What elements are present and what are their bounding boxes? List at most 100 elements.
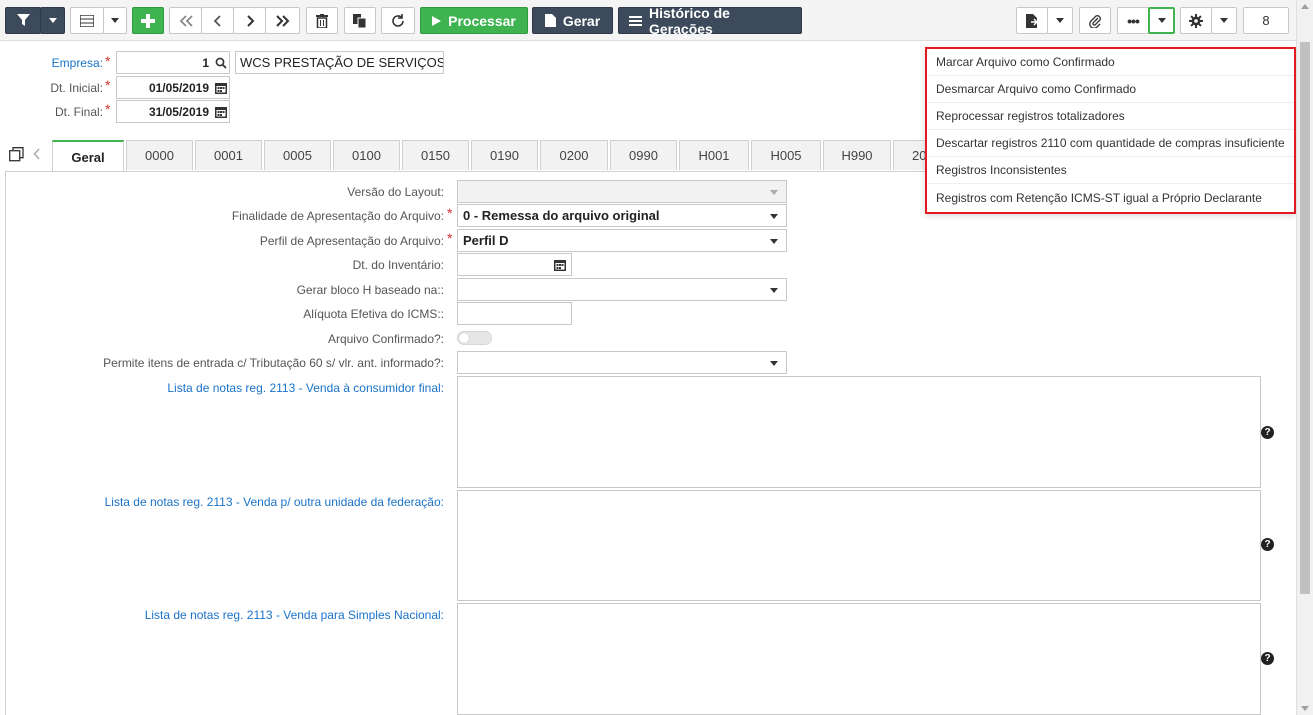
lista-outra-uf-label: Lista de notas reg. 2113 - Venda p/ outr… — [104, 495, 444, 509]
play-icon — [432, 15, 442, 26]
dt-inicial-label: Dt. Inicial: — [50, 81, 103, 95]
lista-outra-uf-textarea[interactable] — [457, 490, 1261, 601]
list-view-dropdown-button[interactable] — [103, 7, 127, 34]
tab-0190[interactable]: 0190 — [471, 140, 538, 170]
chevron-left-icon — [213, 14, 223, 27]
menu-item-marcar-confirmado[interactable]: Marcar Arquivo como Confirmado — [927, 49, 1294, 76]
menu-item-reprocessar-totalizadores[interactable]: Reprocessar registros totalizadores — [927, 103, 1294, 130]
permite-itens-select[interactable] — [457, 351, 787, 374]
processar-button[interactable]: Processar — [420, 7, 528, 34]
dt-inventario-label: Dt. do Inventário: — [352, 258, 444, 272]
more-actions-button[interactable]: ••• — [1117, 7, 1149, 34]
add-button[interactable] — [132, 7, 164, 34]
tab-h001[interactable]: H001 — [679, 140, 749, 170]
tab-0990[interactable]: 0990 — [610, 140, 677, 170]
perfil-value: Perfil D — [463, 233, 509, 248]
copy-button[interactable] — [344, 7, 376, 34]
help-icon[interactable]: ? — [1261, 652, 1274, 665]
finalidade-select[interactable]: 0 - Remessa do arquivo original — [457, 204, 787, 227]
chevron-right-icon — [245, 14, 255, 27]
finalidade-value: 0 - Remessa do arquivo original — [463, 208, 660, 223]
tab-0000[interactable]: 0000 — [126, 140, 193, 170]
versao-layout-select[interactable] — [457, 180, 787, 203]
menu-item-desmarcar-confirmado[interactable]: Desmarcar Arquivo como Confirmado — [927, 76, 1294, 103]
empresa-label: Empresa: — [51, 56, 103, 70]
gear-icon — [1189, 13, 1203, 28]
delete-button[interactable] — [306, 7, 338, 34]
refresh-button[interactable] — [381, 7, 415, 34]
chevron-left-icon[interactable] — [33, 148, 41, 160]
chevron-down-icon — [1056, 18, 1064, 23]
report-dropdown-button[interactable] — [1047, 7, 1073, 34]
tab-h990[interactable]: H990 — [823, 140, 891, 170]
bloco-h-label: Gerar bloco H baseado na:: — [296, 283, 444, 297]
help-icon[interactable]: ? — [1261, 426, 1274, 439]
list-view-button[interactable] — [70, 7, 104, 34]
menu-item-label: Marcar Arquivo como Confirmado — [936, 55, 1115, 69]
dt-final-field[interactable]: 31/05/2019 — [116, 100, 230, 123]
menu-item-retencao-icms-st[interactable]: Registros com Retenção ICMS-ST igual a P… — [927, 184, 1294, 211]
settings-dropdown-button[interactable] — [1211, 7, 1237, 34]
scroll-up-arrow-icon[interactable] — [1301, 4, 1309, 9]
permite-itens-label: Permite itens de entrada c/ Tributação 6… — [103, 356, 444, 370]
calendar-icon[interactable] — [554, 259, 566, 271]
page-count-value: 8 — [1262, 13, 1270, 28]
dt-inventario-field[interactable] — [457, 253, 572, 276]
more-actions-menu: Marcar Arquivo como Confirmado Desmarcar… — [925, 47, 1296, 214]
menu-item-registros-inconsistentes[interactable]: Registros Inconsistentes — [927, 157, 1294, 184]
empresa-code-field[interactable]: 1 — [116, 51, 230, 74]
tab-geral[interactable]: Geral — [52, 140, 124, 172]
filter-button[interactable] — [5, 7, 41, 34]
calendar-icon[interactable] — [213, 82, 229, 94]
lista-consumidor-textarea[interactable] — [457, 376, 1261, 488]
list-icon — [80, 14, 94, 27]
tab-0005[interactable]: 0005 — [264, 140, 331, 170]
vertical-scrollbar[interactable] — [1296, 0, 1313, 715]
dt-inicial-field[interactable]: 01/05/2019 — [116, 76, 230, 99]
next-record-button[interactable] — [233, 7, 266, 34]
refresh-icon — [391, 13, 405, 28]
tab-label: 0100 — [352, 148, 381, 163]
scrollbar-thumb[interactable] — [1300, 42, 1310, 594]
help-icon[interactable]: ? — [1261, 538, 1274, 551]
copy-icon — [353, 13, 367, 28]
search-icon[interactable] — [213, 57, 229, 69]
processar-label: Processar — [448, 12, 516, 29]
tab-0100[interactable]: 0100 — [333, 140, 400, 170]
first-record-button[interactable] — [169, 7, 202, 34]
calendar-icon[interactable] — [213, 106, 229, 118]
chevron-down-icon — [111, 18, 119, 23]
more-actions-dropdown-button[interactable] — [1148, 7, 1175, 34]
trash-icon — [316, 13, 328, 28]
settings-button[interactable] — [1180, 7, 1212, 34]
aliquota-input[interactable] — [457, 302, 572, 325]
attachment-button[interactable] — [1079, 7, 1111, 34]
scroll-down-arrow-icon[interactable] — [1301, 706, 1309, 711]
lista-simples-textarea[interactable] — [457, 603, 1261, 715]
double-chevron-left-icon — [179, 14, 193, 27]
tab-0200[interactable]: 0200 — [540, 140, 608, 170]
tab-0001[interactable]: 0001 — [195, 140, 262, 170]
required-marker: * — [105, 53, 111, 69]
gerar-button[interactable]: Gerar — [532, 7, 613, 34]
menu-lines-icon — [629, 15, 642, 26]
tab-0150[interactable]: 0150 — [402, 140, 469, 170]
filter-dropdown-button[interactable] — [40, 7, 65, 34]
empresa-name-field[interactable]: WCS PRESTAÇÃO DE SERVIÇOS — [235, 51, 444, 74]
double-chevron-right-icon — [275, 14, 290, 27]
empresa-code-value: 1 — [202, 55, 209, 70]
copy-tabs-icon[interactable] — [9, 147, 24, 162]
previous-record-button[interactable] — [201, 7, 234, 34]
chevron-down-icon — [770, 288, 778, 293]
menu-item-descartar-2110[interactable]: Descartar registros 2110 com quantidade … — [927, 130, 1294, 157]
bloco-h-select[interactable] — [457, 278, 787, 301]
paperclip-icon — [1089, 14, 1101, 28]
arquivo-confirmado-toggle[interactable] — [457, 331, 492, 345]
report-button[interactable] — [1016, 7, 1048, 34]
perfil-select[interactable]: Perfil D — [457, 229, 787, 252]
historico-geracoes-button[interactable]: Histórico de Gerações — [618, 5, 802, 37]
tab-h005[interactable]: H005 — [751, 140, 821, 170]
tab-label: H005 — [770, 148, 802, 163]
tab-label: 0190 — [490, 148, 519, 163]
last-record-button[interactable] — [265, 7, 300, 34]
